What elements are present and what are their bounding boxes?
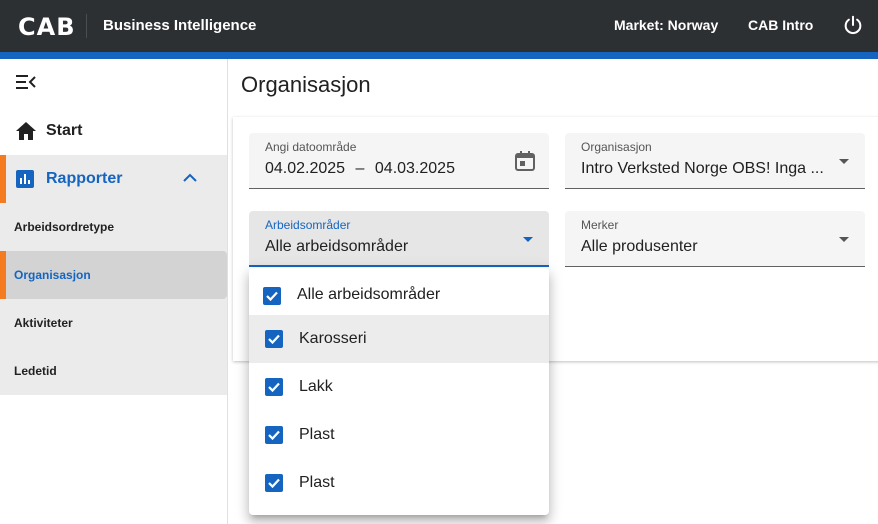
sidebar-item-rapporter[interactable]: Rapporter [0, 155, 227, 203]
calendar-icon[interactable] [515, 151, 535, 171]
sidebar-item-ledetid[interactable]: Ledetid [0, 347, 227, 395]
chevron-up-icon[interactable] [183, 173, 197, 183]
select-value: Intro Verksted Norge OBS! Inga ... [581, 160, 824, 177]
field-label: Angi datoområde [265, 140, 357, 154]
option-label: Lakk [299, 378, 333, 395]
checkbox-checked-icon[interactable] [265, 474, 283, 492]
menu-collapse-icon[interactable] [16, 74, 36, 90]
sidebar-item-label: Organisasjon [14, 268, 91, 282]
arbeidsomrader-select[interactable]: Arbeidsområder Alle arbeidsområder [249, 211, 549, 267]
active-accent [0, 251, 6, 299]
market-selector[interactable]: Market: Norway [614, 17, 718, 33]
sidebar-item-start[interactable]: Start [0, 113, 227, 151]
select-value: Alle produsenter [581, 238, 698, 255]
field-label: Arbeidsområder [265, 218, 351, 232]
page-title: Organisasjon [241, 72, 371, 97]
sidebar-item-label: Ledetid [14, 364, 57, 378]
checkbox-checked-icon[interactable] [265, 330, 283, 348]
option-lakk[interactable]: Lakk [249, 363, 549, 411]
user-menu[interactable]: CAB Intro [748, 17, 813, 33]
select-value: Alle arbeidsområder [265, 238, 409, 255]
sidebar-item-label: Start [46, 122, 83, 139]
dropdown-arrow-icon [839, 237, 849, 242]
date-separator: – [355, 160, 365, 177]
sidebar-item-aktiviteter[interactable]: Aktiviteter [0, 299, 227, 347]
option-plast[interactable]: Plast [249, 459, 549, 507]
power-icon[interactable] [842, 14, 864, 36]
active-accent [0, 155, 6, 203]
home-icon [16, 122, 36, 140]
option-karosseri[interactable]: Karosseri [249, 315, 549, 363]
option-label: Karosseri [299, 330, 367, 347]
date-end[interactable]: 04.03.2025 [375, 160, 455, 177]
cab-logo[interactable]: CAB [18, 13, 75, 41]
arbeidsomrader-dropdown: Alle arbeidsområder Karosseri Lakk Plast… [249, 268, 549, 515]
merker-select[interactable]: Merker Alle produsenter [565, 211, 865, 267]
sidebar-item-arbeidsordretype[interactable]: Arbeidsordretype [0, 203, 227, 251]
date-start[interactable]: 04.02.2025 [265, 160, 345, 177]
option-label: Alle arbeidsområder [297, 286, 441, 303]
header-accent-bar [0, 52, 878, 59]
dropdown-arrow-icon [839, 159, 849, 164]
option-alle-arbeidsomrader[interactable]: Alle arbeidsområder [249, 270, 549, 318]
field-label: Organisasjon [581, 140, 652, 154]
dropdown-arrow-icon [523, 237, 533, 242]
bar-chart-icon [16, 170, 34, 188]
date-range-value[interactable]: 04.02.2025 – 04.03.2025 [265, 160, 455, 178]
option-label: Plast [299, 426, 335, 443]
organisasjon-select[interactable]: Organisasjon Intro Verksted Norge OBS! I… [565, 133, 865, 189]
header-divider [86, 14, 87, 38]
checkbox-checked-icon[interactable] [263, 287, 281, 305]
sidebar-item-label: Rapporter [46, 170, 123, 187]
sidebar: Start Rapporter Arbeidsordretype Organis… [0, 59, 228, 524]
option-plast[interactable]: Plast [249, 411, 549, 459]
option-label: Plast [299, 474, 335, 491]
app-title: Business Intelligence [103, 17, 257, 34]
sidebar-item-label: Arbeidsordretype [14, 220, 115, 234]
date-range-field[interactable]: Angi datoområde 04.02.2025 – 04.03.2025 [249, 133, 549, 189]
checkbox-checked-icon[interactable] [265, 426, 283, 444]
sidebar-item-label: Aktiviteter [14, 316, 73, 330]
checkbox-checked-icon[interactable] [265, 378, 283, 396]
sidebar-item-organisasjon[interactable]: Organisasjon [0, 251, 227, 299]
field-label: Merker [581, 218, 619, 232]
top-bar: CAB Business Intelligence Market: Norway… [0, 0, 878, 52]
sidebar-group-rapporter: Rapporter Arbeidsordretype Organisasjon … [0, 155, 227, 395]
